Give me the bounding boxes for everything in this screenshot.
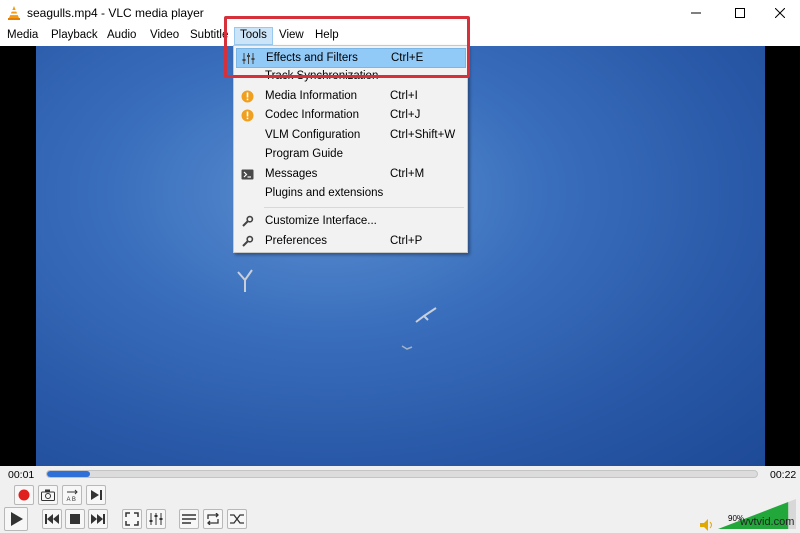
menu-item-label: Codec Information bbox=[265, 109, 359, 121]
shuffle-icon bbox=[230, 514, 244, 524]
previous-icon bbox=[45, 514, 59, 524]
seek-bar[interactable] bbox=[46, 470, 758, 478]
menu-item-label: Plugins and extensions bbox=[265, 187, 384, 199]
menu-audio[interactable]: Audio bbox=[107, 29, 136, 41]
close-button[interactable] bbox=[760, 0, 800, 26]
info-icon bbox=[241, 109, 254, 122]
play-icon bbox=[11, 512, 23, 526]
menu-item-label: Customize Interface... bbox=[265, 215, 377, 227]
menu-item-label: Messages bbox=[265, 168, 318, 180]
menu-item-shortcut: Ctrl+M bbox=[390, 168, 425, 180]
info-icon bbox=[241, 90, 254, 103]
menu-item-track-synchronization[interactable]: Track Synchronization bbox=[236, 67, 466, 87]
equalizer-icon bbox=[242, 53, 255, 64]
seagull-image bbox=[401, 345, 413, 350]
menu-playback[interactable]: Playback bbox=[51, 29, 98, 41]
fullscreen-button[interactable] bbox=[122, 509, 142, 529]
menu-separator bbox=[264, 207, 464, 208]
menu-item-label: Program Guide bbox=[265, 148, 343, 160]
seagull-image bbox=[415, 307, 437, 323]
menu-item-customize-interface[interactable]: Customize Interface... bbox=[236, 212, 466, 232]
maximize-icon bbox=[735, 8, 745, 18]
menu-bar: Media Playback Audio Video Subtitle Tool… bbox=[0, 26, 800, 46]
seek-progress bbox=[47, 471, 90, 477]
frame-step-button[interactable] bbox=[86, 485, 106, 505]
play-button[interactable] bbox=[4, 507, 28, 531]
minimize-icon bbox=[691, 12, 701, 14]
menu-help[interactable]: Help bbox=[315, 29, 339, 41]
menu-item-label: Effects and Filters bbox=[266, 52, 358, 64]
wrench-icon bbox=[242, 215, 254, 227]
menu-item-label: Preferences bbox=[265, 235, 328, 247]
elapsed-time: 00:01 bbox=[8, 469, 35, 481]
menu-item-shortcut: Ctrl+J bbox=[390, 109, 421, 121]
wrench-icon bbox=[242, 235, 254, 247]
snapshot-button[interactable] bbox=[38, 485, 58, 505]
terminal-icon bbox=[241, 169, 254, 180]
playlist-icon bbox=[182, 514, 196, 524]
menu-item-codec-information[interactable]: Codec Information Ctrl+J bbox=[236, 106, 466, 126]
playlist-button[interactable] bbox=[179, 509, 199, 529]
controls-panel: 00:01 00:22 A B 90% bbox=[0, 466, 800, 533]
menu-subtitle[interactable]: Subtitle bbox=[190, 29, 232, 41]
menu-item-plugins-and-extensions[interactable]: Plugins and extensions bbox=[236, 184, 466, 204]
loop-ab-icon: A B bbox=[67, 489, 78, 502]
maximize-button[interactable] bbox=[720, 0, 760, 26]
menu-item-media-information[interactable]: Media Information Ctrl+I bbox=[236, 87, 466, 107]
vlc-cone-icon bbox=[8, 6, 20, 20]
speaker-icon[interactable] bbox=[700, 519, 714, 531]
menu-item-shortcut: Ctrl+P bbox=[390, 235, 423, 247]
minimize-button[interactable] bbox=[676, 0, 716, 26]
frame-step-icon bbox=[91, 490, 102, 500]
menu-item-label: VLM Configuration bbox=[265, 129, 361, 141]
svg-text:A B: A B bbox=[67, 497, 76, 502]
next-icon bbox=[91, 514, 105, 524]
loop-ab-button[interactable]: A B bbox=[62, 485, 82, 505]
watermark-text: wvtvid.com bbox=[740, 516, 795, 528]
loop-button[interactable] bbox=[203, 509, 223, 529]
shuffle-button[interactable] bbox=[227, 509, 247, 529]
menu-tools[interactable]: Tools bbox=[234, 27, 273, 45]
menu-media[interactable]: Media bbox=[7, 29, 38, 41]
menu-item-label: Track Synchronization bbox=[265, 70, 379, 82]
menu-item-label: Media Information bbox=[265, 90, 358, 102]
menu-item-messages[interactable]: Messages Ctrl+M bbox=[236, 165, 466, 185]
menu-item-preferences[interactable]: Preferences Ctrl+P bbox=[236, 232, 466, 252]
extended-settings-button[interactable] bbox=[146, 509, 166, 529]
camera-icon bbox=[41, 489, 55, 501]
title-bar: seagulls.mp4 - VLC media player bbox=[0, 0, 800, 26]
menu-item-effects-and-filters[interactable]: Effects and Filters Ctrl+E bbox=[236, 48, 466, 68]
menu-item-program-guide[interactable]: Program Guide bbox=[236, 145, 466, 165]
window-title: seagulls.mp4 - VLC media player bbox=[27, 6, 204, 20]
record-button[interactable] bbox=[14, 485, 34, 505]
menu-view[interactable]: View bbox=[279, 29, 304, 41]
loop-icon bbox=[207, 513, 219, 525]
close-icon bbox=[775, 8, 785, 18]
menu-item-shortcut: Ctrl+Shift+W bbox=[390, 129, 456, 141]
tools-menu: Effects and Filters Ctrl+E Track Synchro… bbox=[233, 45, 468, 253]
menu-item-shortcut: Ctrl+I bbox=[390, 90, 418, 102]
menu-video[interactable]: Video bbox=[150, 29, 179, 41]
stop-icon bbox=[70, 514, 80, 524]
equalizer-icon bbox=[149, 513, 163, 525]
next-button[interactable] bbox=[88, 509, 108, 529]
menu-item-vlm-configuration[interactable]: VLM Configuration Ctrl+Shift+W bbox=[236, 126, 466, 146]
stop-button[interactable] bbox=[65, 509, 85, 529]
total-time: 00:22 bbox=[770, 469, 797, 481]
record-icon bbox=[18, 489, 30, 501]
fullscreen-icon bbox=[125, 512, 139, 526]
previous-button[interactable] bbox=[42, 509, 62, 529]
menu-item-shortcut: Ctrl+E bbox=[391, 52, 424, 64]
seagull-image bbox=[237, 269, 253, 292]
